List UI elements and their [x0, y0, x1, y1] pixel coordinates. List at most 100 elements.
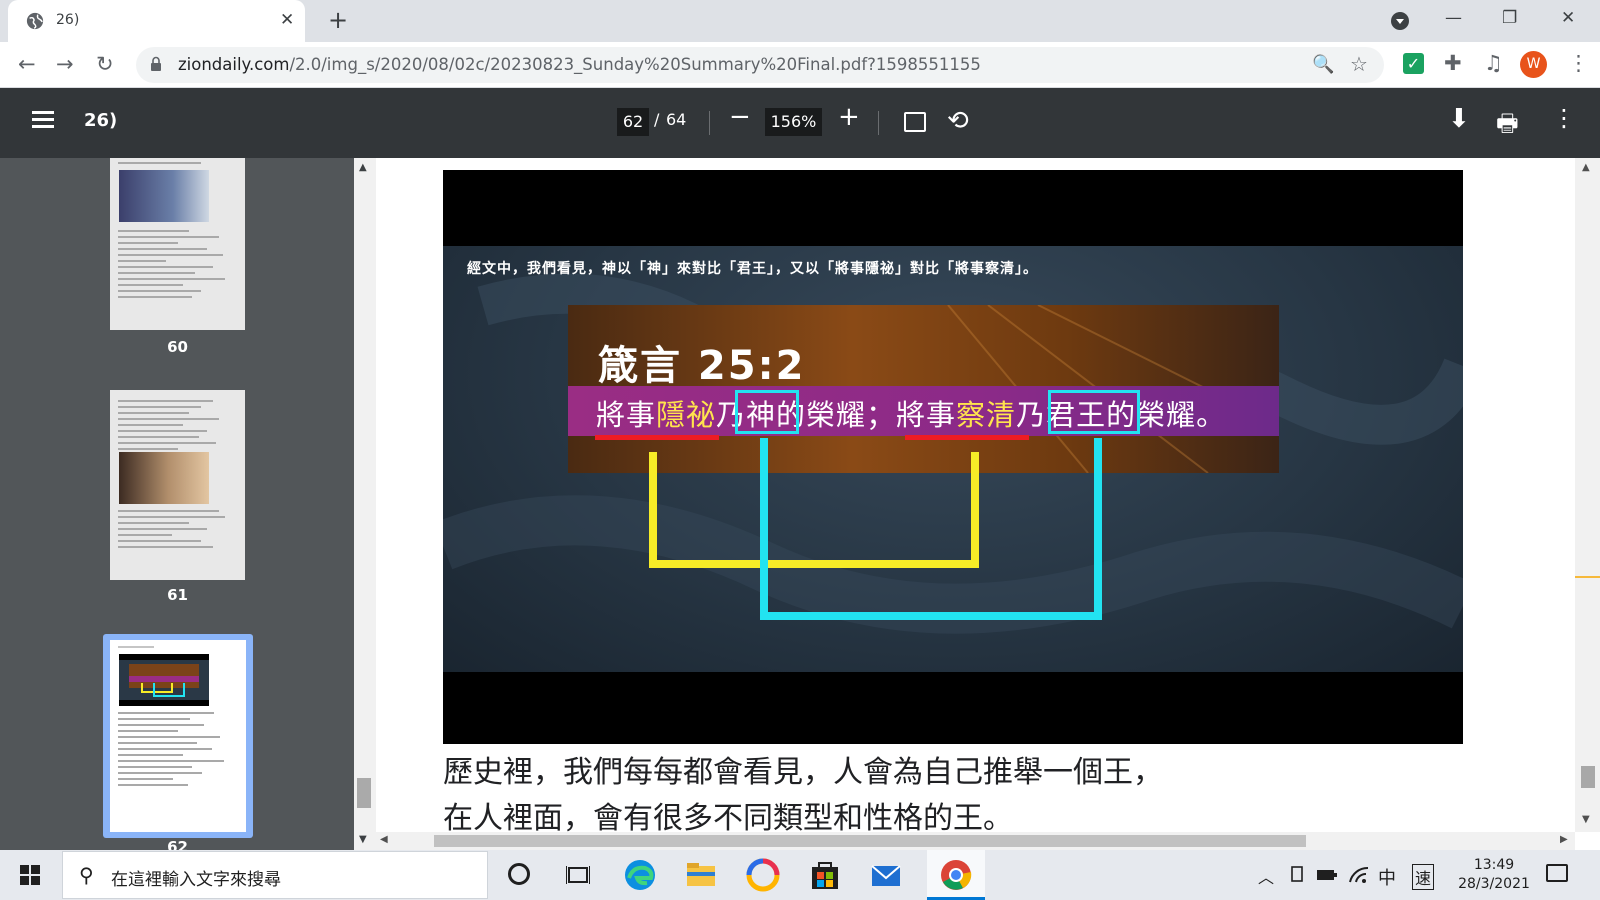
- page-number-input[interactable]: 62: [617, 108, 649, 136]
- vertical-scrollbar[interactable]: ▲ ▼: [1575, 158, 1600, 832]
- profile-avatar[interactable]: W: [1520, 51, 1547, 78]
- verse-highlight-hidden: 隱祕: [656, 398, 717, 432]
- sidebar-scrollbar[interactable]: [354, 158, 376, 850]
- thumbnail-page-60[interactable]: [110, 158, 245, 330]
- new-tab-button[interactable]: +: [328, 6, 348, 34]
- toolbar-divider: [878, 111, 879, 135]
- scroll-right-icon[interactable]: ▶: [1560, 834, 1568, 845]
- task-view-icon[interactable]: [566, 864, 590, 886]
- thumbnail-label: 61: [167, 586, 188, 604]
- ime-speed-indicator[interactable]: 速: [1412, 864, 1435, 890]
- zoom-in-button[interactable]: +: [838, 102, 860, 132]
- notification-icon[interactable]: [1546, 864, 1568, 882]
- pdf-page-view[interactable]: 經文中，我們看見，神以「神」來對比「君王」，又以「將事隱祕」對比「將事察清」。 …: [376, 158, 1575, 832]
- download-icon[interactable]: ⬇: [1448, 104, 1470, 134]
- slide-image: 經文中，我們看見，神以「神」來對比「君王」，又以「將事隱祕」對比「將事察清」。 …: [443, 170, 1463, 744]
- sidebar-scroll-thumb[interactable]: [357, 778, 371, 808]
- restore-button[interactable]: ❐: [1502, 8, 1517, 28]
- ime-mode-indicator[interactable]: 中: [1378, 864, 1396, 890]
- extension-check-icon[interactable]: ✓: [1403, 53, 1424, 74]
- battery-icon[interactable]: [1316, 868, 1338, 882]
- verse-bar: 將事隱祕乃神的榮耀；將事察清乃君王的榮耀。: [568, 386, 1279, 436]
- verse-reference: 箴言 25:2: [598, 343, 806, 389]
- file-explorer-icon[interactable]: [684, 858, 718, 892]
- page-total: 64: [666, 110, 687, 129]
- verse-highlight-search: 察清: [956, 398, 1017, 432]
- window-close-button[interactable]: ✕: [1561, 8, 1575, 28]
- thumbnail-label: 60: [167, 338, 188, 356]
- search-icon: ⚲: [79, 863, 94, 887]
- scroll-down-icon[interactable]: ▼: [1582, 814, 1590, 825]
- fit-to-page-icon[interactable]: [904, 112, 926, 132]
- print-icon[interactable]: 🖶: [1496, 106, 1519, 147]
- horizontal-scroll-thumb[interactable]: [434, 835, 1306, 847]
- clock-date: 28/3/2021: [1458, 876, 1530, 892]
- forward-icon[interactable]: →: [56, 52, 74, 76]
- document-title: 26): [84, 110, 118, 131]
- chrome-icon: [941, 860, 972, 890]
- taskbar-search-box[interactable]: ⚲ 在這裡輸入文字來搜尋: [62, 851, 488, 899]
- mail-icon[interactable]: [869, 858, 903, 892]
- tab-title: 26): [56, 12, 80, 28]
- url-text[interactable]: ziondaily.com/2.0/img_s/2020/08/02c/2023…: [178, 55, 981, 74]
- slide-caption: 經文中，我們看見，神以「神」來對比「君王」，又以「將事隱祕」對比「將事察清」。: [467, 261, 1038, 277]
- toolbar-divider: [709, 111, 710, 135]
- thumbnail-page-62[interactable]: [110, 640, 246, 832]
- address-bar[interactable]: ziondaily.com/2.0/img_s/2020/08/02c/2023…: [136, 47, 1384, 83]
- sidebar-scroll-up-icon[interactable]: ▲: [359, 162, 367, 173]
- device-icon[interactable]: [1289, 866, 1305, 884]
- scroll-marker: [1575, 576, 1600, 578]
- url-host: ziondaily.com: [178, 55, 290, 74]
- cyan-bracket: [760, 438, 1102, 620]
- browser-menu-icon[interactable]: ⋮: [1568, 51, 1589, 75]
- thumbnail-label: 62: [167, 838, 188, 850]
- rotate-icon[interactable]: ⟲: [947, 106, 969, 136]
- scroll-left-icon[interactable]: ◀: [380, 834, 388, 845]
- thumbnail-page-61[interactable]: [110, 390, 245, 580]
- zoom-out-button[interactable]: −: [729, 102, 751, 132]
- thumbnail-image: [119, 170, 209, 222]
- tab-strip: 26) ✕ + — ❐ ✕: [0, 0, 1600, 42]
- thumbnail-image: [119, 654, 209, 706]
- verse-segment: 將事: [596, 398, 657, 432]
- scroll-up-icon[interactable]: ▲: [1582, 162, 1590, 173]
- back-icon[interactable]: ←: [18, 52, 36, 76]
- system-clock[interactable]: 13:49 28/3/2021: [1444, 856, 1544, 894]
- bookmark-star-icon[interactable]: ☆: [1350, 52, 1368, 76]
- wifi-icon[interactable]: [1348, 864, 1370, 884]
- vertical-scroll-thumb[interactable]: [1581, 766, 1595, 788]
- more-options-icon[interactable]: ⋮: [1552, 104, 1576, 132]
- body-line: 在人裡面，會有很多不同類型和性格的王。: [443, 801, 1013, 832]
- minimize-button[interactable]: —: [1445, 8, 1462, 28]
- store-icon[interactable]: [808, 858, 842, 892]
- clock-time: 13:49: [1473, 857, 1515, 873]
- windows-start-icon[interactable]: [20, 865, 40, 885]
- windows-taskbar: ⚲ 在這裡輸入文字來搜尋 ︿ 中 速 13:49 28/3/2021: [0, 850, 1600, 900]
- cyan-box-god: [735, 390, 799, 434]
- tab-search-icon[interactable]: [1391, 12, 1409, 30]
- url-path: /2.0/img_s/2020/08/02c/20230823_Sunday%2…: [289, 55, 981, 74]
- zoom-level-input[interactable]: 156%: [765, 108, 822, 136]
- cortana-icon[interactable]: [508, 863, 530, 885]
- horizontal-scrollbar[interactable]: ◀ ▶: [376, 832, 1575, 850]
- chrome-taskbar-button[interactable]: [927, 850, 985, 900]
- tray-chevron-icon[interactable]: ︿: [1258, 864, 1274, 888]
- extensions-puzzle-icon[interactable]: ✚: [1444, 51, 1462, 75]
- red-underline-hidden: [595, 435, 719, 440]
- zoom-icon[interactable]: 🔍: [1312, 54, 1334, 75]
- media-control-icon[interactable]: ♫: [1484, 51, 1503, 75]
- page-separator: /: [654, 110, 660, 129]
- thumbnail-sidebar: 60 61 62: [0, 158, 354, 850]
- cyan-box-king: [1048, 390, 1140, 434]
- pdf-toolbar: 26) 62 / 64 − 156% + ⟲ ⬇ 🖶 ⋮: [0, 88, 1600, 158]
- lock-icon: [151, 56, 161, 71]
- hamburger-menu-icon[interactable]: [32, 111, 54, 129]
- browser-toolbar: ← → ↻ ziondaily.com/2.0/img_s/2020/08/02…: [0, 42, 1600, 88]
- sidebar-scroll-down-icon[interactable]: ▼: [359, 834, 367, 845]
- edge-icon[interactable]: [623, 858, 657, 892]
- tab-close-icon[interactable]: ✕: [280, 10, 294, 30]
- browser-tab[interactable]: 26) ✕: [8, 0, 305, 42]
- reload-icon[interactable]: ↻: [96, 52, 114, 76]
- color-app-icon[interactable]: [746, 858, 780, 892]
- search-placeholder: 在這裡輸入文字來搜尋: [111, 870, 281, 890]
